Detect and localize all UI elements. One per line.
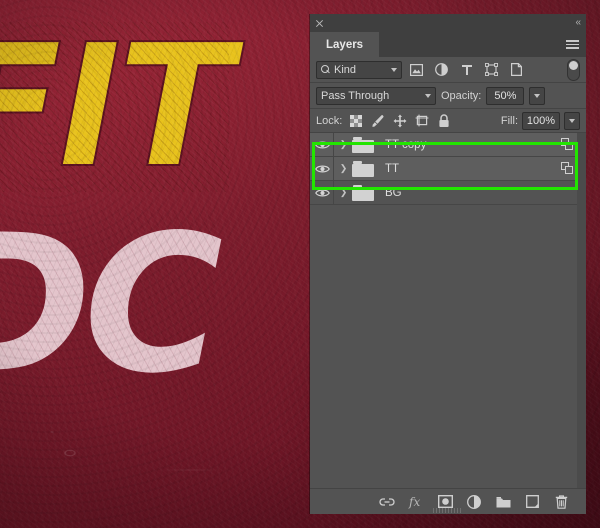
layers-panel: « Layers Kind Pass Through Opacity: 50% … (310, 14, 586, 514)
layer-list-scrollbar[interactable] (577, 133, 586, 488)
panel-menu-icon[interactable] (564, 32, 586, 57)
artwork-headline-pink: DC (0, 210, 223, 400)
chevron-down-icon (391, 67, 397, 72)
filter-kind-select[interactable]: Kind (316, 60, 402, 79)
layer-group-folder-icon (352, 160, 374, 177)
blend-mode-select[interactable]: Pass Through (316, 86, 436, 105)
layer-filter-row: Kind (310, 57, 586, 83)
chevron-down-icon (425, 93, 431, 98)
lock-label: Lock: (316, 114, 343, 127)
layer-visibility-toggle[interactable] (310, 133, 334, 156)
filter-adjustment-layers-icon[interactable] (431, 60, 452, 80)
layer-row[interactable]: ❯ BG (310, 181, 586, 205)
fill-label: Fill: (500, 114, 518, 127)
layer-style-fx-icon[interactable]: fx (408, 494, 424, 510)
layer-name-label: TT copy (385, 138, 427, 151)
layer-list[interactable]: ❯ TT copy ❯ TT ❯ BG (310, 133, 586, 488)
filter-pixel-layers-icon[interactable] (406, 60, 427, 80)
collapse-panel-icon[interactable]: « (575, 18, 580, 28)
link-layers-icon[interactable] (379, 494, 395, 510)
chevron-down-icon (569, 118, 575, 123)
panel-tab-row: Layers (310, 32, 586, 57)
layer-name-label: TT (385, 162, 400, 175)
layer-smart-object-badge-icon (561, 161, 575, 176)
lock-artboard-nesting-icon[interactable] (414, 113, 430, 129)
lock-transparency-icon[interactable] (348, 113, 364, 129)
new-fill-adjustment-layer-icon[interactable] (466, 494, 482, 510)
fill-stepper-button[interactable] (564, 111, 580, 130)
close-icon[interactable] (315, 19, 324, 28)
svg-text:fx: fx (408, 495, 420, 509)
lock-image-pixels-icon[interactable] (370, 113, 386, 129)
layers-panel-footer: fx (310, 488, 586, 514)
expand-group-chevron-icon[interactable]: ❯ (334, 139, 350, 150)
opacity-input[interactable]: 50% (486, 86, 525, 105)
expand-group-chevron-icon[interactable]: ❯ (334, 187, 350, 198)
new-group-icon[interactable] (495, 494, 511, 510)
panel-resize-grip[interactable] (433, 508, 463, 513)
layer-smart-object-badge-icon (561, 137, 575, 152)
filter-kind-label: Kind (334, 63, 357, 76)
opacity-stepper-button[interactable] (529, 86, 546, 105)
tab-layers[interactable]: Layers (310, 32, 380, 57)
fill-group: Fill: 100% (500, 111, 580, 130)
layer-group-folder-icon (352, 184, 374, 201)
lock-all-icon[interactable] (436, 113, 452, 129)
blend-mode-value: Pass Through (321, 89, 390, 102)
fill-input[interactable]: 100% (522, 111, 560, 130)
new-layer-icon[interactable] (524, 494, 540, 510)
eye-icon (314, 140, 330, 149)
blend-mode-row: Pass Through Opacity: 50% (310, 83, 586, 109)
opacity-label: Opacity: (441, 89, 482, 102)
delete-layer-icon[interactable] (553, 494, 569, 510)
layer-visibility-toggle[interactable] (310, 157, 334, 180)
layer-name-label: BG (385, 186, 402, 199)
eye-icon (314, 188, 330, 197)
filter-enable-toggle[interactable] (567, 58, 580, 81)
layer-row[interactable]: ❯ TT copy (310, 133, 586, 157)
lock-position-icon[interactable] (392, 113, 408, 129)
search-icon (321, 65, 330, 74)
layer-row[interactable]: ❯ TT (310, 157, 586, 181)
expand-group-chevron-icon[interactable]: ❯ (334, 163, 350, 174)
artwork-headline-yellow: FIT (0, 21, 234, 193)
filter-shape-layers-icon[interactable] (481, 60, 502, 80)
panel-title-bar: « (310, 14, 586, 32)
eye-icon (314, 164, 330, 173)
lock-row: Lock: Fill: 100% (310, 109, 586, 133)
layer-visibility-toggle[interactable] (310, 181, 334, 204)
layer-group-folder-icon (352, 136, 374, 153)
filter-type-layers-icon[interactable] (456, 60, 477, 80)
chevron-down-icon (534, 93, 541, 98)
filter-smart-object-layers-icon[interactable] (506, 60, 527, 80)
